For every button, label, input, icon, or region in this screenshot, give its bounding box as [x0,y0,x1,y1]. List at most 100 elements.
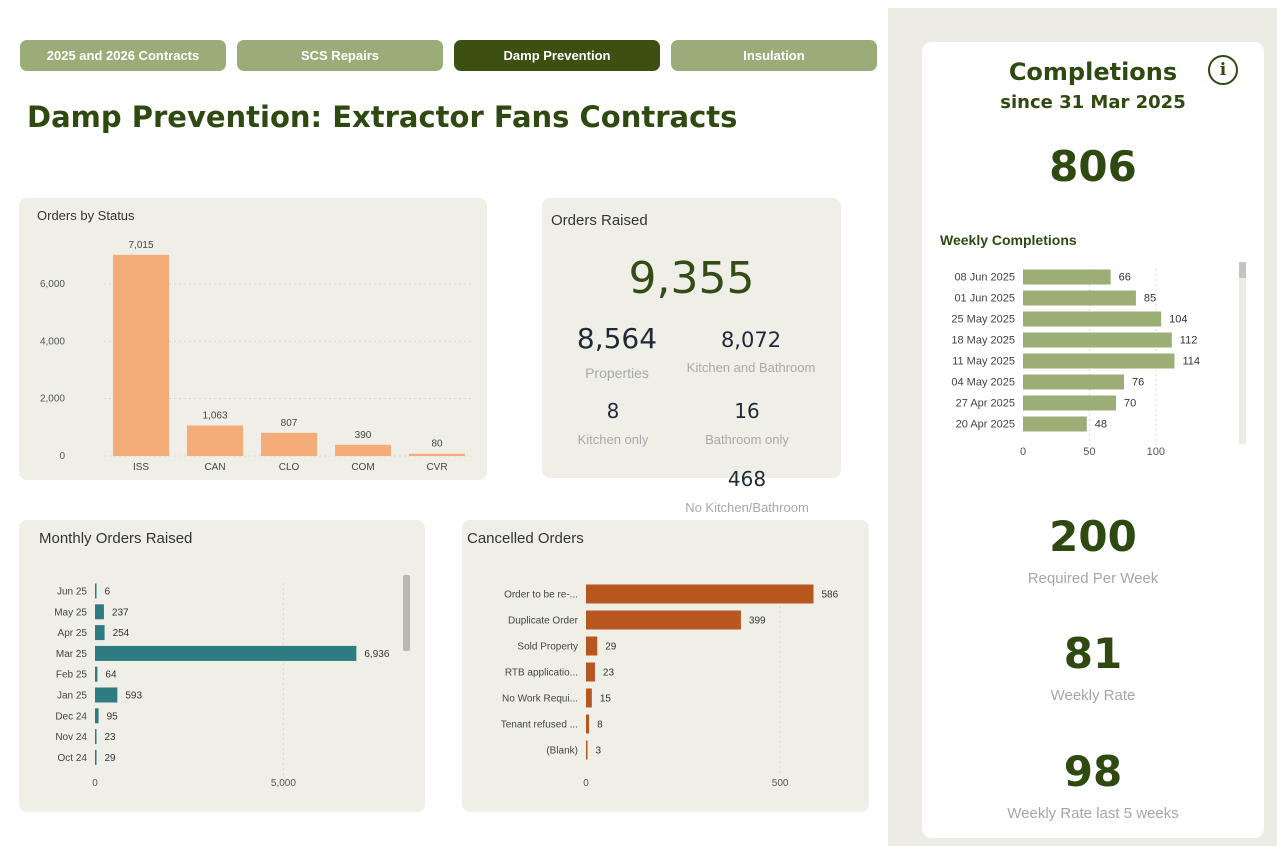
data-label: 23 [105,732,117,743]
no-kitchen-bathroom-value: 468 [727,467,767,491]
y-tick-label: 01 Jun 2025 [954,293,1015,305]
bar [261,432,317,456]
bar [95,708,99,724]
x-tick-label: CLO [279,462,300,473]
bar [1023,395,1116,411]
weekly-rate-5-value: 98 [1063,747,1123,796]
y-tick-label: 04 May 2025 [951,377,1015,389]
tab-damp-prevention[interactable]: Damp Prevention [454,40,660,71]
bar [409,453,465,456]
weekly-rate-value: 81 [1063,629,1123,678]
y-tick-label: No Work Requi... [502,694,578,705]
bathroom-only-label: Bathroom only [705,432,789,447]
data-label: 29 [605,642,617,653]
bar [1023,353,1175,369]
data-label: 23 [603,668,615,679]
bar [95,583,97,599]
y-tick-label: 0 [59,451,65,462]
y-tick-label: Feb 25 [56,670,88,681]
completions-card: Completions since 31 Mar 2025 i 806 Week… [922,42,1264,838]
x-tick-label: CAN [204,462,225,473]
bar [95,625,105,641]
monthly-orders-chart[interactable]: 0 5,000 Jun 25 6 May 25 237 Apr 25 254 Mar 25 6,9… [19,520,425,812]
bar [95,687,118,703]
data-label: 104 [1169,314,1187,326]
data-label: 3 [596,746,602,757]
bar [1023,269,1111,285]
tab-insulation[interactable]: Insulation [671,40,877,71]
data-label: 76 [1132,377,1144,389]
scrollbar[interactable] [1239,262,1246,278]
info-icon[interactable]: i [1208,55,1238,85]
y-tick-label: Duplicate Order [508,616,579,627]
bar [1023,311,1162,327]
y-tick-label: Jan 25 [57,691,87,702]
y-tick-label: 18 May 2025 [951,335,1015,347]
cancelled-orders-chart[interactable]: 0 500 Order to be re-... 586 Duplicate Order… [462,520,869,812]
weekly-completions-title: Weekly Completions [940,232,1077,248]
x-tick-label: 0 [1020,446,1026,458]
required-per-week-value: 200 [1049,512,1137,561]
completions-subtitle: since 31 Mar 2025 [1000,92,1186,113]
data-label: 390 [355,430,372,441]
orders-by-status-card[interactable]: Orders by Status 0 2,000 4,000 6,000 7,015 IS… [19,198,487,480]
y-tick-label: May 25 [54,607,87,618]
orders-raised-title: Orders Raised [551,212,648,229]
bar [586,636,598,656]
weekly-rate-5-label: Weekly Rate last 5 weeks [1007,805,1179,822]
data-label: 70 [1124,398,1136,410]
properties-value: 8,564 [576,322,658,355]
y-tick-label: RTB applicatio... [505,668,578,679]
weekly-completions-chart[interactable]: 0 50 100 08 Jun 2025 66 01 Jun 2025 85 25 May 2… [922,252,1264,482]
bar [586,714,590,734]
tab-scs-repairs[interactable]: SCS Repairs [237,40,443,71]
required-per-week-label: Required Per Week [1027,570,1159,587]
y-tick-label: Sold Property [517,642,578,653]
y-tick-label: Oct 24 [58,753,88,764]
data-label: 114 [1182,356,1200,368]
scrollbar[interactable] [403,575,410,651]
no-kitchen-bathroom-label: No Kitchen/Bathroom [685,500,809,515]
data-label: 66 [1119,272,1131,284]
cancelled-orders-card[interactable]: Cancelled Orders 0 500 Order to be re-... 5… [462,520,869,812]
bar [95,645,357,661]
y-tick-label: 27 Apr 2025 [956,398,1015,410]
monthly-orders-card[interactable]: Monthly Orders Raised 0 5,000 Jun 25 6 May 2… [19,520,425,812]
y-tick-label: Mar 25 [56,649,88,660]
x-tick-label: 5,000 [271,778,296,789]
kitchen-and-bathroom-label: Kitchen and Bathroom [686,360,816,375]
y-tick-label: 11 May 2025 [952,356,1015,368]
data-label: 586 [822,590,839,601]
data-label: 7,015 [128,240,153,251]
bar [335,444,391,456]
bar [586,610,741,630]
y-tick-label: 2,000 [40,394,65,405]
bar [95,666,98,682]
x-tick-label: ISS [133,462,149,473]
tab-2025-2026-contracts[interactable]: 2025 and 2026 Contracts [20,40,226,71]
x-tick-label: 0 [583,778,589,789]
data-label: 15 [600,694,612,705]
orders-by-status-chart[interactable]: 0 2,000 4,000 6,000 7,015 ISS 1,063 CAN 807 CLO 39… [19,198,487,480]
tab-bar: 2025 and 2026 Contracts SCS Repairs Damp… [20,40,877,71]
data-label: 807 [281,418,298,429]
y-tick-label: Order to be re-... [504,590,578,601]
orders-raised-card: Orders Raised 9,355 8,564 Properties 8,0… [542,198,841,478]
x-tick-label: COM [351,462,374,473]
page-title: Damp Prevention: Extractor Fans Contract… [27,100,738,134]
bar [95,729,97,745]
x-tick-label: CVR [426,462,447,473]
bar [586,662,595,682]
y-tick-label: 20 Apr 2025 [956,419,1015,431]
data-label: 1,063 [202,411,227,422]
weekly-rate-label: Weekly Rate [1050,687,1136,704]
y-tick-label: Nov 24 [55,732,87,743]
bar [1023,290,1136,306]
bar [586,584,814,604]
data-label: 6 [105,587,111,598]
x-tick-label: 50 [1083,446,1095,458]
y-tick-label: Tenant refused ... [501,720,578,731]
data-label: 8 [597,720,603,731]
bathroom-only-value: 16 [734,399,760,423]
y-tick-label: Apr 25 [58,628,88,639]
